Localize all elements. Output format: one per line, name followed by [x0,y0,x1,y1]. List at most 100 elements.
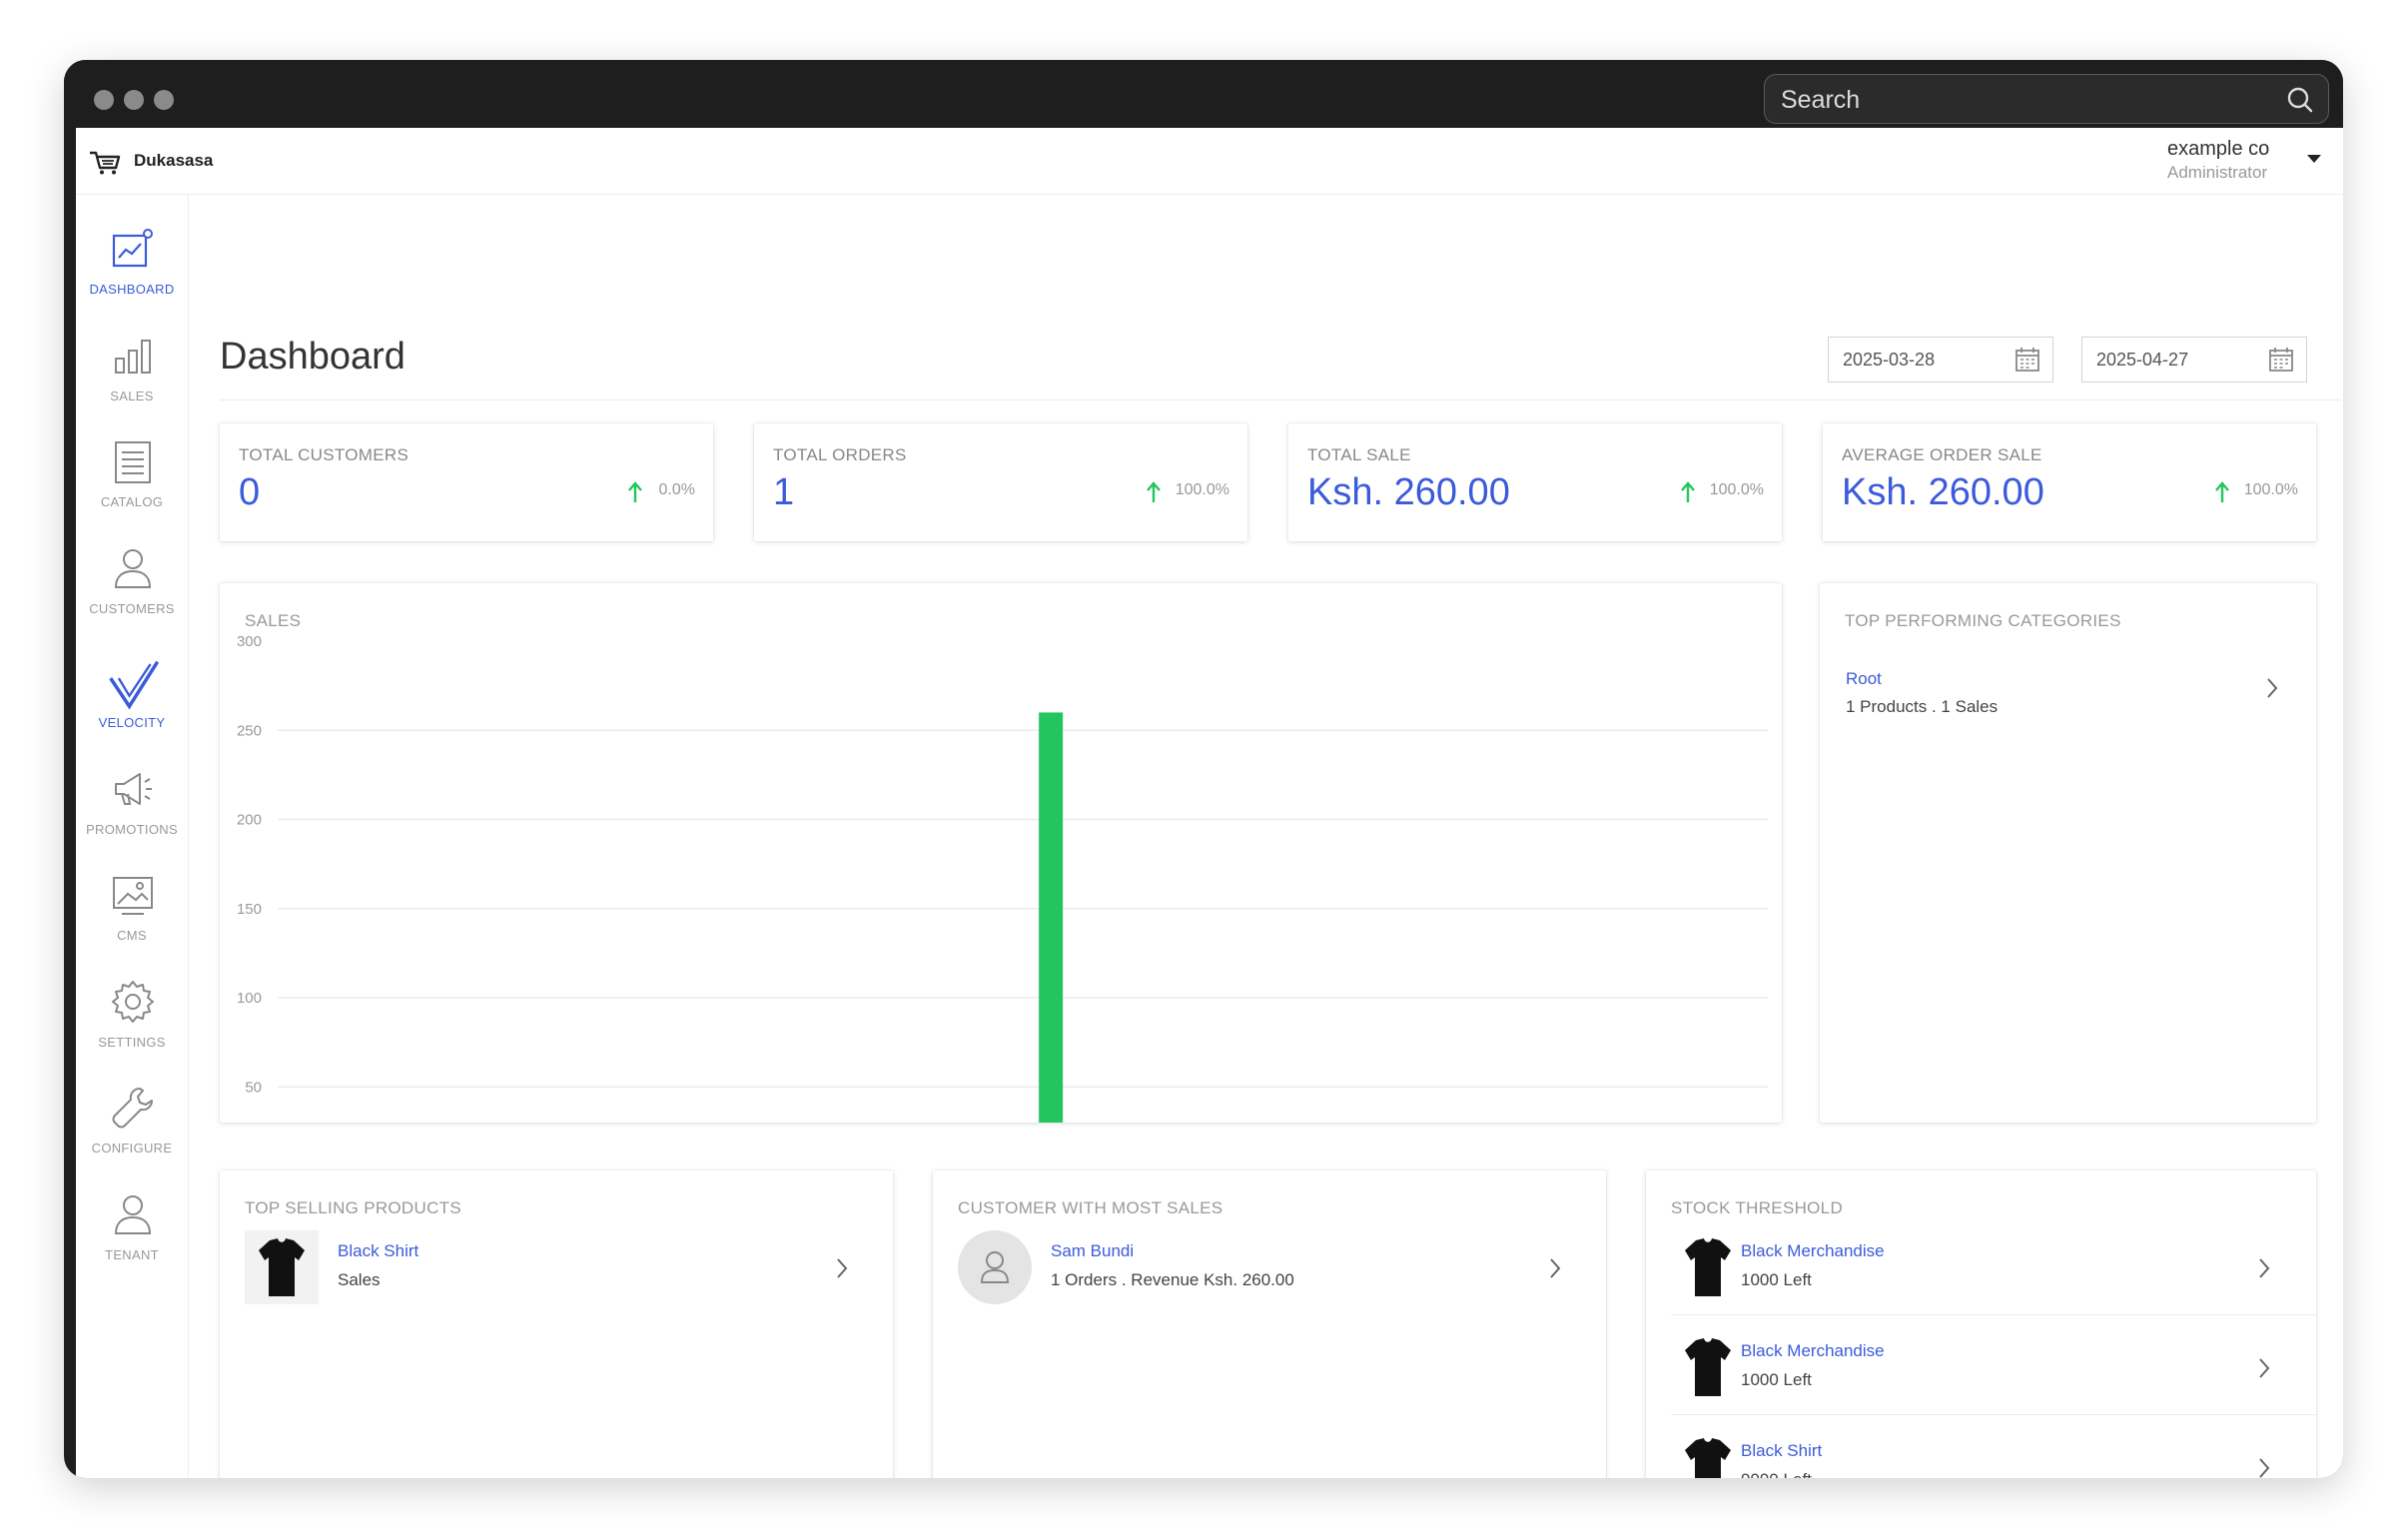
top-selling-products-panel: TOP SELLING PRODUCTS Black Shirt Sales [220,1170,893,1478]
category-name[interactable]: Root [1846,669,1882,689]
sales-chart-panel: SALES 300 250 200 150 100 50 [220,583,1782,1123]
stat-value: 1 [773,471,795,513]
chevron-right-icon[interactable] [2257,1356,2271,1380]
search-icon[interactable] [2286,86,2314,114]
user-icon [114,549,152,588]
sidebar-item-velocity[interactable]: VELOCITY [76,653,188,753]
stat-change: 100.0% [1175,481,1229,498]
user-role: Administrator [2167,163,2268,182]
brand-name[interactable]: Dukasasa [134,151,213,171]
minimize-window-dot[interactable] [124,90,144,110]
title-divider [220,399,2341,400]
sidebar-item-label: VELOCITY [98,715,166,730]
stat-card-total-sale[interactable]: TOTAL SALE Ksh. 260.00 100.0% [1288,423,1782,541]
customer-most-sales-panel: CUSTOMER WITH MOST SALES Sam Bundi 1 Ord… [933,1170,1606,1478]
stock-item-detail: 1000 Left [1741,1270,1812,1289]
tshirt-image [1685,1438,1731,1478]
sidebar-item-settings[interactable]: SETTINGS [76,973,188,1073]
stat-change: 100.0% [1709,481,1764,498]
tshirt-image [1685,1338,1731,1396]
wrench-icon [112,1088,153,1129]
stock-item-name[interactable]: Black Merchandise [1741,1241,1885,1261]
sidebar-item-label: CMS [117,928,147,943]
sidebar-item-catalog[interactable]: CATALOG [76,432,188,532]
y-tick-label: 200 [237,812,262,829]
sidebar-item-label: CUSTOMERS [89,601,175,616]
stat-change: 100.0% [2243,481,2298,498]
sales-bar[interactable] [1039,712,1064,1123]
top-customers-title: CUSTOMER WITH MOST SALES [958,1198,1223,1217]
product-thumbnail [1671,1230,1745,1304]
tshirt-image [259,1238,305,1296]
chevron-right-icon[interactable] [835,1256,849,1280]
close-window-dot[interactable] [94,90,114,110]
y-tick-label: 300 [237,633,262,650]
calendar-icon[interactable] [2014,347,2040,373]
product-detail: Sales [338,1270,381,1289]
catalog-list-icon [115,441,151,483]
avatar [958,1230,1032,1304]
search-placeholder: Search [1781,86,1861,114]
sidebar-item-label: CONFIGURE [91,1141,173,1155]
chevron-right-icon[interactable] [2265,676,2279,700]
stat-value: Ksh. 260.00 [1842,471,2044,513]
product-thumbnail [1671,1430,1745,1478]
stock-item-name[interactable]: Black Merchandise [1741,1341,1885,1361]
customer-detail: 1 Orders . Revenue Ksh. 260.00 [1051,1270,1294,1289]
sales-chart: 300 250 200 150 100 50 [237,633,1768,1123]
sidebar-item-cms[interactable]: CMS [76,866,188,966]
y-tick-label: 250 [237,722,262,739]
sidebar-item-promotions[interactable]: PROMOTIONS [76,760,188,860]
sidebar-item-dashboard[interactable]: DASHBOARD [76,220,188,320]
sidebar-item-configure[interactable]: CONFIGURE [76,1079,188,1178]
product-thumbnail [245,1230,319,1304]
customer-name[interactable]: Sam Bundi [1051,1241,1134,1261]
user-icon [114,1195,152,1234]
sidebar-item-label: SALES [110,388,154,403]
megaphone-icon [115,773,152,805]
arrow-up-icon [1147,481,1161,502]
top-products-title: TOP SELLING PRODUCTS [245,1198,461,1217]
search-input[interactable]: Search [1764,74,2329,124]
stat-card-total-orders[interactable]: TOTAL ORDERS 1 100.0% [754,423,1247,541]
stock-item-name[interactable]: Black Shirt [1741,1441,1822,1461]
cms-image-icon [113,877,153,915]
stock-item-detail: 9999 Left [1741,1470,1812,1478]
stat-card-total-customers[interactable]: TOTAL CUSTOMERS 0 0.0% [220,423,713,541]
date-from-value: 2025-03-28 [1843,350,1936,370]
list-divider [1671,1414,2316,1415]
y-tick-label: 100 [237,990,262,1007]
date-to-field[interactable]: 2025-04-27 [2081,337,2307,383]
stat-value: Ksh. 260.00 [1307,471,1510,513]
arrow-up-icon [2215,481,2229,502]
user-name[interactable]: example co [2167,138,2269,161]
maximize-window-dot[interactable] [154,90,174,110]
sidebar: DASHBOARD SALES CATALOG CUSTOMERS VELOCI… [76,194,189,1478]
chevron-right-icon[interactable] [1548,1256,1562,1280]
top-bar: Dukasasa example co Administrator [76,128,2343,195]
user-icon [980,1251,1010,1283]
stat-label: TOTAL ORDERS [773,445,907,464]
bar-chart-icon [115,340,151,374]
sidebar-item-tenant[interactable]: TENANT [76,1185,188,1285]
stock-threshold-title: STOCK THRESHOLD [1671,1198,1844,1217]
stat-label: AVERAGE ORDER SALE [1842,445,2042,464]
top-categories-panel: TOP PERFORMING CATEGORIES Root 1 Product… [1820,583,2316,1123]
app-content: Dukasasa example co Administrator DASHBO… [76,128,2343,1478]
page-title: Dashboard [220,336,405,378]
user-menu-caret-icon[interactable] [2307,155,2321,163]
category-detail: 1 Products . 1 Sales [1846,697,1999,716]
chevron-right-icon[interactable] [2257,1456,2271,1478]
stat-change: 0.0% [658,481,695,498]
chevron-right-icon[interactable] [2257,1256,2271,1280]
sidebar-item-sales[interactable]: SALES [76,327,188,426]
sidebar-item-customers[interactable]: CUSTOMERS [76,539,188,639]
cart-logo-icon[interactable] [88,148,122,176]
title-bar: Search [64,60,2343,128]
top-categories-title: TOP PERFORMING CATEGORIES [1845,611,2121,630]
product-name[interactable]: Black Shirt [338,1241,418,1261]
calendar-icon[interactable] [2268,347,2294,373]
stat-card-average-order-sale[interactable]: AVERAGE ORDER SALE Ksh. 260.00 100.0% [1823,423,2316,541]
sidebar-item-label: TENANT [105,1247,159,1262]
date-from-field[interactable]: 2025-03-28 [1828,337,2053,383]
